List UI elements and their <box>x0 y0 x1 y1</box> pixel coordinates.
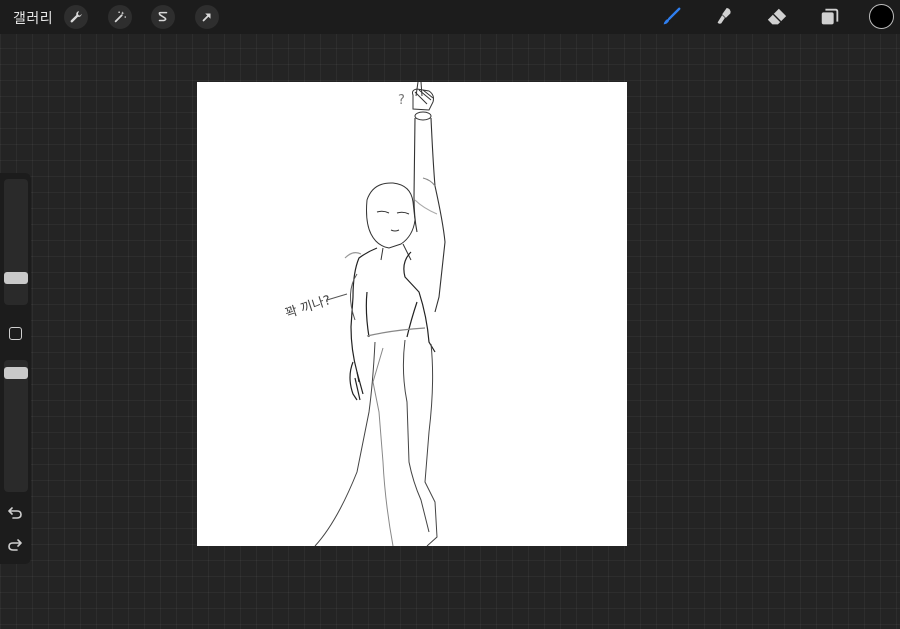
transform-button[interactable] <box>195 5 219 29</box>
brush-size-slider[interactable] <box>4 179 28 305</box>
arrow-cursor-icon <box>202 13 211 22</box>
top-toolbar: 갤러리 <box>0 0 900 34</box>
canvas-annotation: 꽉 끼나? <box>284 293 333 322</box>
color-picker-button[interactable] <box>869 4 894 29</box>
eraser-tool-button[interactable] <box>765 5 789 29</box>
modify-square-icon[interactable] <box>9 327 22 340</box>
layers-tool-button[interactable] <box>818 5 842 29</box>
undo-icon[interactable] <box>7 504 23 520</box>
selection-button[interactable] <box>151 5 175 29</box>
magic-wand-icon <box>114 11 127 23</box>
drawing-canvas[interactable]: ? 꽉 끼나? <box>197 82 627 546</box>
eraser-icon <box>767 8 787 25</box>
smudge-tool-button[interactable] <box>712 5 736 29</box>
wrench-icon <box>70 11 82 23</box>
gallery-button[interactable]: 갤러리 <box>13 8 53 28</box>
layers-icon <box>821 8 839 25</box>
brush-size-thumb[interactable] <box>4 272 28 284</box>
brush-tool-button[interactable] <box>659 5 683 29</box>
redo-icon[interactable] <box>7 536 23 552</box>
opacity-thumb[interactable] <box>4 367 28 379</box>
sketch-drawing: ? 꽉 끼나? <box>284 82 446 546</box>
canvas-question-mark: ? <box>398 93 405 108</box>
opacity-slider[interactable] <box>4 360 28 492</box>
actions-button[interactable] <box>64 5 88 29</box>
adjustments-button[interactable] <box>108 5 132 29</box>
brush-icon <box>663 7 681 25</box>
selection-s-icon <box>158 11 168 22</box>
smudge-icon <box>717 7 731 24</box>
left-sidebar <box>0 173 31 564</box>
